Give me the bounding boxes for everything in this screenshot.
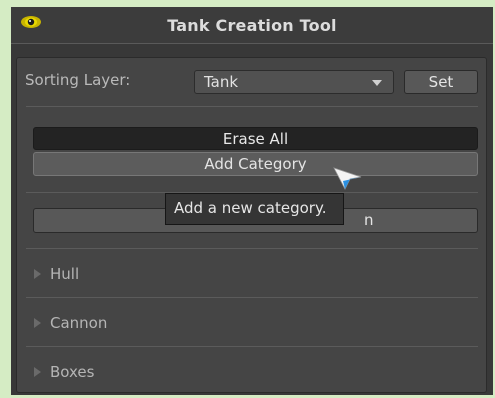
- sorting-layer-value: Tank: [204, 73, 239, 91]
- separator: [26, 346, 478, 347]
- category-label: Hull: [50, 265, 80, 283]
- separator: [26, 297, 478, 298]
- mouse-cursor-icon: [333, 167, 362, 190]
- foldout-arrow-icon: [34, 366, 41, 377]
- tool-panel: Sorting Layer: Tank Set Erase All Add Ca…: [16, 57, 487, 393]
- window-titlebar: Tank Creation Tool: [11, 7, 493, 44]
- add-category-button[interactable]: Add Category: [33, 152, 478, 176]
- window-title: Tank Creation Tool: [167, 16, 337, 35]
- separator: [26, 106, 478, 107]
- category-foldout-boxes[interactable]: Boxes: [34, 363, 94, 381]
- add-category-tooltip: Add a new category.: [165, 193, 344, 225]
- obscured-button-text-right: n: [364, 211, 374, 229]
- foldout-arrow-icon: [34, 268, 41, 279]
- separator: [26, 248, 478, 249]
- set-button[interactable]: Set: [404, 70, 478, 94]
- category-label: Cannon: [50, 314, 108, 332]
- category-label: Boxes: [50, 363, 95, 381]
- sorting-layer-label: Sorting Layer:: [25, 71, 131, 89]
- erase-all-button[interactable]: Erase All: [33, 127, 478, 150]
- foldout-arrow-icon: [34, 317, 41, 328]
- category-foldout-hull[interactable]: Hull: [34, 265, 79, 283]
- category-foldout-cannon[interactable]: Cannon: [34, 314, 107, 332]
- dropdown-caret-icon: [372, 80, 382, 86]
- sorting-layer-dropdown[interactable]: Tank: [194, 70, 394, 94]
